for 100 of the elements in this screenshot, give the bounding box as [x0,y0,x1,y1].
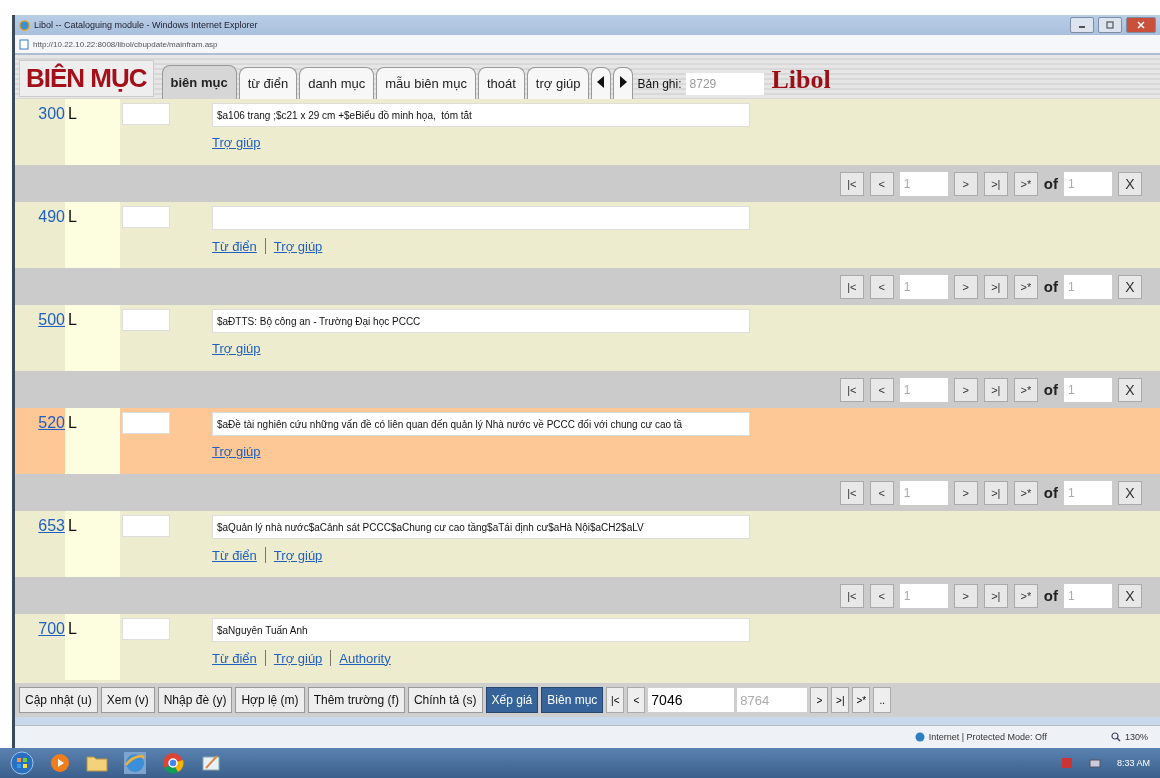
field-row[interactable]: 520 L $aĐề tài nghiên cứu những vấn đề có liên quan đến quản lý Nhà nước về PCCC đối với chung cư cao tầ Trợ giúp [15,408,1160,474]
action-button[interactable]: Thêm trường (f) [307,687,405,713]
page-icon [19,38,29,50]
right-triangle-icon [619,76,628,88]
nav-tab[interactable]: mẫu biên mục [376,67,476,99]
pager-button[interactable]: >| [983,274,1008,299]
pager-button[interactable]: X [1118,480,1142,505]
pager-button[interactable]: X [1118,274,1142,299]
help-link[interactable]: Authority [339,650,391,666]
minimize-button[interactable] [1070,17,1094,33]
pager-button[interactable]: |< [839,480,864,505]
value-field[interactable]: $aNguyễn Tuấn Anh [212,618,750,642]
module-logo: BIÊN MỤC [19,60,154,97]
tag-link[interactable]: 500 [38,311,65,328]
value-field[interactable] [212,206,750,230]
maximize-button[interactable] [1098,17,1122,33]
previous-record-button[interactable]: < [627,687,646,713]
action-button[interactable]: Cập nhật (u) [19,687,98,713]
pager-button[interactable]: < [869,377,894,402]
more-button[interactable]: .. [873,687,892,713]
pager-button[interactable]: < [869,480,894,505]
indicator-field[interactable] [122,206,170,228]
tag-link[interactable]: 700 [38,620,65,637]
help-link[interactable]: Trợ giúp [273,238,323,254]
pager-button[interactable]: >| [983,480,1008,505]
pager-button[interactable]: X [1118,171,1142,196]
action-button[interactable]: Chính tả (s) [407,687,483,713]
nav-tab[interactable]: thoát [477,67,525,99]
pager-button[interactable]: > [953,377,978,402]
scroll-left-button[interactable] [591,67,612,99]
help-link[interactable]: Từ điển [212,547,257,563]
value-field[interactable]: $aQuản lý nhà nước$aCảnh sát PCCC$aChung cư cao tầng$aTái định cư$aHà Nội$aCH2$aLV [212,515,750,539]
globe-icon [914,732,925,742]
nav-tab[interactable]: từ điển [238,67,298,99]
pager-button[interactable]: < [869,171,894,196]
pager-button[interactable]: |< [839,274,864,299]
pager-button[interactable]: >* [1013,377,1038,402]
pager-button[interactable]: >| [983,171,1008,196]
browser-icon[interactable] [124,752,146,774]
nav-tab[interactable]: biên mục [161,65,237,99]
pager-button[interactable]: > [953,274,978,299]
indicator-field[interactable] [122,618,170,640]
indicator-field[interactable] [122,309,170,331]
help-link[interactable]: Trợ giúp [212,341,261,356]
pager-button[interactable]: >* [1013,583,1038,608]
pager-button[interactable]: >| [983,583,1008,608]
pager-button[interactable]: >* [1013,274,1038,299]
zoom-level[interactable]: 130% [1124,732,1148,742]
pager-button[interactable]: < [869,274,894,299]
tag-link[interactable]: 653 [38,517,65,534]
indicator-field[interactable] [122,103,170,125]
tag-number: 490 [38,208,65,225]
scroll-right-button[interactable] [613,67,634,99]
value-field[interactable]: $a106 trang ;$c21 x 29 cm +$eBiểu đồ minh họa, tóm tắt [212,103,750,127]
pager-button[interactable]: >* [1013,171,1038,196]
pager-button[interactable]: > [953,480,978,505]
value-field[interactable]: $aĐề tài nghiên cứu những vấn đề có liên quan đến quản lý Nhà nước về PCCC đối với chung cư cao tầ [212,412,750,436]
pager-button[interactable]: X [1118,377,1142,402]
pager-button[interactable]: |< [839,583,864,608]
close-button[interactable] [1126,17,1156,33]
help-link[interactable]: Trợ giúp [212,135,261,150]
tag-link[interactable]: 520 [38,414,65,431]
action-button[interactable]: Hợp lệ (m) [235,687,305,713]
maximize-icon [1106,21,1114,29]
nav-tab[interactable]: danh mục [299,67,375,99]
help-link[interactable]: Trợ giúp [273,650,323,666]
pager-button[interactable]: > [953,583,978,608]
chrome-icon[interactable] [162,752,184,774]
clock: 8:33 AM [1116,758,1150,768]
action-button[interactable]: Xếp giá [485,687,539,713]
next-record-button[interactable]: > [810,687,829,713]
current-record-field[interactable]: 7046 [648,688,735,712]
action-button[interactable]: Xem (v) [100,687,155,713]
action-button[interactable]: Nhập đè (y) [157,687,233,713]
window-title: Libol -- Cataloguing module - Windows Internet Explorer [34,20,258,30]
pager-button[interactable]: >* [1013,480,1038,505]
play-icon[interactable] [50,753,70,773]
pager-button[interactable]: |< [839,377,864,402]
new-record-button[interactable]: >* [852,687,871,713]
pager-button[interactable]: X [1118,583,1142,608]
help-link[interactable]: Trợ giúp [212,444,261,459]
pager-button[interactable]: > [953,171,978,196]
address-bar[interactable]: http://10.22.10.22:8008/libol/cbupdate/mainfram.asp [15,35,1160,55]
pager-button[interactable]: |< [839,171,864,196]
folder-icon[interactable] [86,754,108,772]
help-link[interactable]: Từ điển [212,238,257,254]
pager-button[interactable]: >| [983,377,1008,402]
last-record-button[interactable]: >| [831,687,850,713]
first-record-button[interactable]: |< [606,687,625,713]
nav-tab[interactable]: trợ giúp [526,67,590,99]
of-label: of [1043,278,1058,295]
network-icon [1088,757,1101,769]
help-link[interactable]: Từ điển [212,650,257,666]
help-link[interactable]: Trợ giúp [273,547,323,563]
pager-button[interactable]: < [869,583,894,608]
start-button-icon[interactable] [10,751,34,775]
action-button[interactable]: Biên mục [541,687,604,713]
indicator-field[interactable] [122,515,170,537]
indicator-field[interactable] [122,412,170,434]
value-field[interactable]: $aĐTTS: Bộ công an - Trường Đại học PCCC [212,309,750,333]
